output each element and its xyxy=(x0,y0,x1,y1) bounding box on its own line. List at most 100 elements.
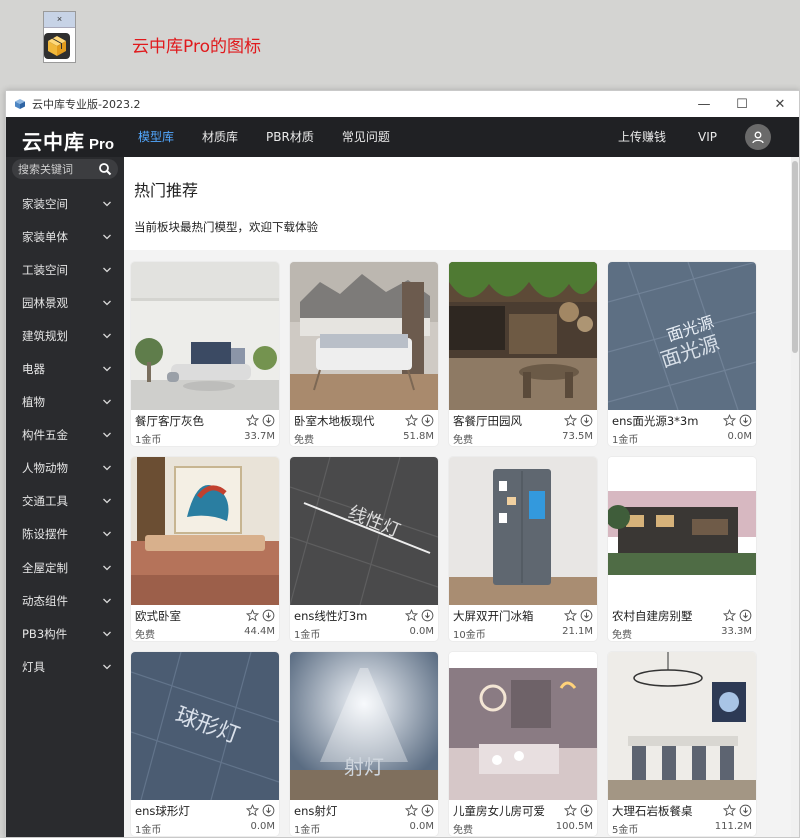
download-icon[interactable] xyxy=(739,609,752,622)
model-card[interactable]: 儿童房女儿房可爱 免费 100.5M xyxy=(449,652,597,836)
model-card[interactable]: 射灯 ens射灯 1金币 0.0M xyxy=(290,652,438,836)
card-info-row: 10金币 21.1M xyxy=(453,626,593,641)
star-icon[interactable] xyxy=(564,414,577,427)
download-icon[interactable] xyxy=(421,414,434,427)
sidebar-item-decor[interactable]: 陈设摆件 xyxy=(6,518,124,551)
chevron-down-icon xyxy=(103,432,111,438)
star-icon[interactable] xyxy=(246,804,259,817)
sidebar-item-hardware[interactable]: 构件五金 xyxy=(6,419,124,452)
window-title: 云中库专业版-2023.2 xyxy=(32,98,141,111)
search-icon[interactable] xyxy=(98,162,112,176)
sidebar-item-home-items[interactable]: 家装单体 xyxy=(6,220,124,253)
download-icon[interactable] xyxy=(739,804,752,817)
nav-pbr-material[interactable]: PBR材质 xyxy=(252,117,328,157)
model-thumbnail[interactable] xyxy=(608,652,756,800)
sidebar-item-custom-furniture[interactable]: 全屋定制 xyxy=(6,551,124,584)
scrollbar[interactable] xyxy=(791,157,799,837)
card-info-row: 1金币 0.0M xyxy=(294,626,434,641)
model-thumbnail[interactable]: 面光源 面光源 xyxy=(608,262,756,410)
star-icon[interactable] xyxy=(723,804,736,817)
sidebar-item-pb3-components[interactable]: PB3构件 xyxy=(6,617,124,650)
download-icon[interactable] xyxy=(580,804,593,817)
model-card[interactable]: 面光源 面光源 ens面光源3*3m 1金币 0.0M xyxy=(608,262,756,446)
download-icon[interactable] xyxy=(262,414,275,427)
model-card[interactable]: 大理石岩板餐桌 5金币 111.2M xyxy=(608,652,756,836)
model-price: 免费 xyxy=(612,630,632,641)
nav-model-library[interactable]: 模型库 xyxy=(124,117,188,157)
sidebar-item-landscape[interactable]: 园林景观 xyxy=(6,286,124,319)
model-card[interactable]: 大屏双开门冰箱 10金币 21.1M xyxy=(449,457,597,641)
star-icon[interactable] xyxy=(246,609,259,622)
cube-app-icon xyxy=(44,33,70,59)
model-thumbnail[interactable] xyxy=(449,262,597,410)
model-card[interactable]: 农村自建房别墅 免费 33.3M xyxy=(608,457,756,641)
model-name: 餐厅客厅灰色 xyxy=(135,413,204,428)
sidebar-item-lighting[interactable]: 灯具 xyxy=(6,650,124,683)
sidebar-item-commercial-space[interactable]: 工装空间 xyxy=(6,253,124,286)
user-avatar[interactable] xyxy=(745,124,771,150)
download-icon[interactable] xyxy=(421,804,434,817)
model-thumbnail[interactable] xyxy=(449,652,597,800)
download-icon[interactable] xyxy=(262,804,275,817)
download-icon[interactable] xyxy=(580,609,593,622)
section-title: 热门推荐 xyxy=(134,181,199,200)
model-size: 21.1M xyxy=(562,626,593,637)
star-icon[interactable] xyxy=(405,609,418,622)
nav-material-library[interactable]: 材质库 xyxy=(188,117,252,157)
download-icon[interactable] xyxy=(262,609,275,622)
model-thumbnail[interactable]: 球形灯 xyxy=(131,652,279,800)
sidebar-item-label: 工装空间 xyxy=(22,262,68,277)
chevron-down-icon xyxy=(103,532,111,537)
model-size: 44.4M xyxy=(244,626,275,637)
model-card[interactable]: 线性灯 ens线性灯3m 1金币 0.0M xyxy=(290,457,438,641)
star-icon[interactable] xyxy=(564,609,577,622)
model-card[interactable]: 餐厅客厅灰色 1金币 33.7M xyxy=(131,262,279,446)
model-thumbnail[interactable]: 射灯 xyxy=(290,652,438,800)
minimize-button[interactable]: — xyxy=(685,91,723,117)
sidebar-item-people-animals[interactable]: 人物动物 xyxy=(6,452,124,485)
chevron-down-icon xyxy=(103,366,111,372)
model-thumbnail[interactable] xyxy=(290,262,438,410)
maximize-button[interactable]: ☐ xyxy=(723,91,761,117)
model-card[interactable]: 客餐厅田园风 免费 73.5M xyxy=(449,262,597,446)
sidebar-item-vehicles[interactable]: 交通工具 xyxy=(6,485,124,518)
scrollbar-thumb[interactable] xyxy=(792,161,798,353)
model-name: 农村自建房别墅 xyxy=(612,608,693,623)
sidebar-item-home-space[interactable]: 家装空间 xyxy=(6,187,124,220)
sidebar-item-appliances[interactable]: 电器 xyxy=(6,352,124,385)
chevron-down-icon xyxy=(103,234,111,240)
vip-link[interactable]: VIP xyxy=(682,117,733,157)
model-name: 大屏双开门冰箱 xyxy=(453,608,534,623)
model-card[interactable]: 欧式卧室 免费 44.4M xyxy=(131,457,279,641)
upload-earn-link[interactable]: 上传赚钱 xyxy=(602,117,682,157)
model-card[interactable]: 卧室木地板现代 免费 51.8M xyxy=(290,262,438,446)
star-icon[interactable] xyxy=(405,804,418,817)
star-icon[interactable] xyxy=(564,804,577,817)
user-icon xyxy=(752,131,764,144)
sidebar-item-dynamic-components[interactable]: 动态组件 xyxy=(6,584,124,617)
download-icon[interactable] xyxy=(739,414,752,427)
model-thumbnail[interactable]: 线性灯 xyxy=(290,457,438,605)
model-thumbnail[interactable] xyxy=(131,262,279,410)
sidebar-item-label: 灯具 xyxy=(22,659,45,674)
model-thumbnail[interactable] xyxy=(608,457,756,605)
download-icon[interactable] xyxy=(580,414,593,427)
search-input[interactable] xyxy=(18,162,92,176)
star-icon[interactable] xyxy=(723,414,736,427)
star-icon[interactable] xyxy=(405,414,418,427)
star-icon[interactable] xyxy=(246,414,259,427)
card-info-row: 1金币 0.0M xyxy=(612,431,752,446)
nav-faq[interactable]: 常见问题 xyxy=(328,117,404,157)
sidebar-item-architecture[interactable]: 建筑规划 xyxy=(6,319,124,352)
model-thumbnail[interactable] xyxy=(449,457,597,605)
category-sidebar: 家装空间家装单体工装空间园林景观建筑规划电器植物构件五金人物动物交通工具陈设摆件… xyxy=(6,157,124,837)
model-size: 33.7M xyxy=(244,431,275,442)
svg-text:射灯: 射灯 xyxy=(344,755,384,779)
model-card[interactable]: 球形灯 ens球形灯 1金币 0.0M xyxy=(131,652,279,836)
star-icon[interactable] xyxy=(723,609,736,622)
model-thumbnail[interactable] xyxy=(131,457,279,605)
close-button[interactable]: ✕ xyxy=(761,91,799,117)
sidebar-item-plants[interactable]: 植物 xyxy=(6,386,124,419)
app-body: 云中库 Pro 模型库 材质库 PBR材质 常见问题 上传赚钱 VIP 搜索关键… xyxy=(6,117,799,837)
download-icon[interactable] xyxy=(421,609,434,622)
